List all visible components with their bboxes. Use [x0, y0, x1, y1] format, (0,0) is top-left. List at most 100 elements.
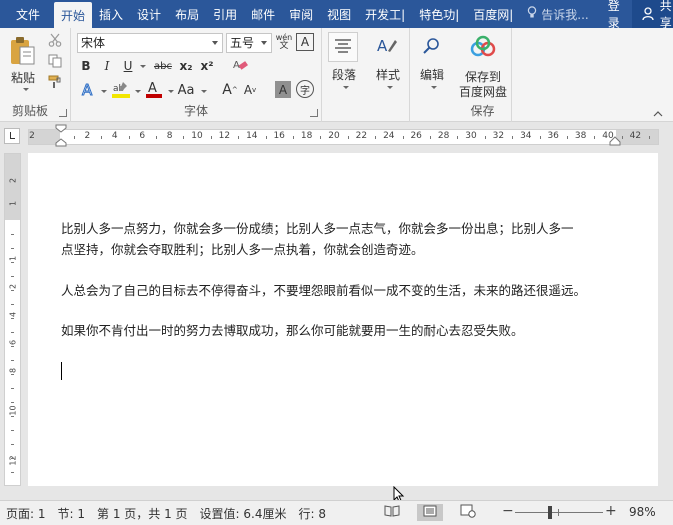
paste-dropdown-icon[interactable] [23, 88, 29, 91]
status-page-count[interactable]: 第 1 页，共 1 页 [97, 505, 188, 522]
tab-baidu[interactable]: 百度网| [466, 0, 520, 28]
paste-button[interactable] [6, 34, 38, 70]
save-group: 保存到 百度网盘 保存 [454, 28, 512, 122]
paragraph-label: 段落 [331, 68, 356, 82]
phonetic-char: 文 [279, 41, 289, 51]
change-case-dropdown-icon[interactable] [201, 90, 207, 93]
svg-text:A: A [377, 37, 388, 55]
paragraph-button[interactable] [328, 32, 358, 62]
ruler-number: 38 [574, 131, 587, 141]
paragraph-1-line-1: 比别人多一点努力，你就会多一份成绩；比别人多一点志气，你就会多一份出息；比别人多… [61, 221, 574, 236]
tab-mailings[interactable]: 邮件 [244, 0, 282, 28]
tab-view[interactable]: 视图 [320, 0, 358, 28]
page-icon [423, 505, 437, 520]
underline-button[interactable]: U [119, 56, 137, 76]
tab-layout[interactable]: 布局 [168, 0, 206, 28]
zoom-slider-track[interactable] [515, 512, 603, 513]
editing-dropdown-icon[interactable] [431, 86, 437, 89]
char-shading-button[interactable]: A [275, 81, 291, 98]
bold-button[interactable]: B [77, 56, 95, 76]
web-layout-button[interactable] [458, 504, 478, 521]
tab-developer[interactable]: 开发工| [358, 0, 412, 28]
tab-references[interactable]: 引用 [206, 0, 244, 28]
tab-design[interactable]: 设计 [130, 0, 168, 28]
vertical-ruler-minor-tick [11, 444, 14, 445]
styles-label: 样式 [375, 68, 400, 82]
zoom-out-button[interactable]: − [502, 503, 514, 519]
text-effects-button[interactable]: A [77, 79, 99, 101]
right-indent-marker[interactable] [609, 135, 621, 150]
zoom-level[interactable]: 98% [629, 505, 656, 519]
clipboard-launcher-icon[interactable] [59, 109, 67, 117]
shrink-font-label: A [243, 83, 253, 97]
ruler-minor-tick [457, 136, 459, 139]
ruler-number: 24 [383, 131, 395, 141]
change-case-button[interactable]: Aa [175, 79, 197, 101]
zoom-in-button[interactable]: + [605, 503, 617, 519]
clear-format-button[interactable]: A [230, 56, 250, 76]
strikethrough-button[interactable]: abc [151, 56, 175, 76]
highlight-button[interactable]: ab [110, 79, 132, 101]
vertical-ruler-number: 1 [8, 255, 18, 262]
status-setting[interactable]: 设置值: 6.4厘米 [200, 505, 287, 522]
styles-button[interactable]: A [372, 32, 402, 62]
paragraph-1-line-2: 点坚持，你就会夺取胜利；比别人多一点执着，你就会创造奇迹。 [61, 242, 424, 257]
ruler-minor-tick [429, 136, 431, 139]
enclose-char-button[interactable]: 字 [296, 80, 314, 98]
tab-insert[interactable]: 插入 [92, 0, 130, 28]
vertical-ruler-minor-tick [11, 234, 14, 235]
shrink-font-button[interactable]: Av [241, 79, 259, 101]
font-size-select[interactable]: 五号 [226, 33, 272, 53]
vertical-ruler-minor-tick [11, 472, 14, 473]
underline-dropdown-icon[interactable] [140, 65, 146, 68]
char-border-button[interactable]: A [296, 33, 314, 51]
font-name-value: 宋体 [81, 36, 106, 50]
phonetic-guide-button[interactable]: wén 文 [275, 32, 293, 52]
vertical-ruler[interactable]: 2 1 1 2 4 6 8 10 12 [4, 153, 21, 486]
superscript-button[interactable]: x² [198, 56, 216, 76]
tab-features[interactable]: 特色功| [412, 0, 466, 28]
text-effects-dropdown-icon[interactable] [101, 90, 107, 93]
document-page[interactable]: 比别人多一点努力，你就会多一份成绩；比别人多一点志气，你就会多一份出息；比别人多… [28, 153, 658, 486]
tab-file[interactable]: 文件 [0, 0, 54, 28]
editing-label: 编辑 [419, 68, 444, 82]
font-color-dropdown-icon[interactable] [168, 90, 174, 93]
save-to-baidu-button[interactable] [467, 32, 499, 64]
vertical-ruler-number: 2 [8, 283, 18, 290]
zoom-slider-thumb[interactable] [548, 506, 552, 519]
vertical-ruler-number: 4 [8, 311, 18, 318]
font-color-button[interactable]: A [143, 79, 165, 101]
paragraph-dropdown-icon[interactable] [343, 86, 349, 89]
vertical-ruler-number: 6 [8, 339, 18, 346]
status-section[interactable]: 节: 1 [58, 505, 86, 522]
subscript-button[interactable]: x₂ [177, 56, 195, 76]
copy-button[interactable] [46, 53, 64, 71]
grow-font-button[interactable]: A ^ [221, 79, 239, 101]
cut-button[interactable] [46, 32, 64, 50]
share-button[interactable]: 共享 [631, 0, 673, 30]
tab-review[interactable]: 审阅 [282, 0, 320, 28]
font-launcher-icon[interactable] [310, 109, 318, 117]
tab-home[interactable]: 开始 [54, 2, 93, 28]
print-layout-button[interactable] [417, 504, 443, 521]
font-group-label: 字体 [183, 104, 208, 118]
ruler-minor-tick [512, 136, 514, 139]
font-name-select[interactable]: 宋体 [77, 33, 223, 53]
status-page[interactable]: 页面: 1 [6, 505, 46, 522]
first-line-indent-marker[interactable] [55, 124, 67, 151]
read-mode-button[interactable] [382, 504, 402, 521]
format-painter-button[interactable] [46, 74, 64, 92]
editing-button[interactable] [416, 32, 446, 62]
horizontal-ruler[interactable]: 2 2 4 6 8 10 12 14 16 18 20 22 24 26 28 30 32 34 36 38 40 42 [28, 129, 659, 145]
web-page-icon [460, 504, 476, 521]
highlight-dropdown-icon[interactable] [135, 90, 141, 93]
italic-button[interactable]: I [98, 56, 116, 76]
vertical-ruler-number: 2 [8, 177, 18, 184]
chevron-up-icon [653, 106, 663, 120]
tell-me-search[interactable]: 告诉我... [520, 0, 595, 28]
collapse-ribbon-button[interactable] [651, 108, 665, 118]
tab-selector-button[interactable] [4, 128, 20, 144]
status-line[interactable]: 行: 8 [298, 505, 326, 522]
login-button[interactable]: 登录 [596, 0, 632, 31]
styles-dropdown-icon[interactable] [387, 86, 393, 89]
